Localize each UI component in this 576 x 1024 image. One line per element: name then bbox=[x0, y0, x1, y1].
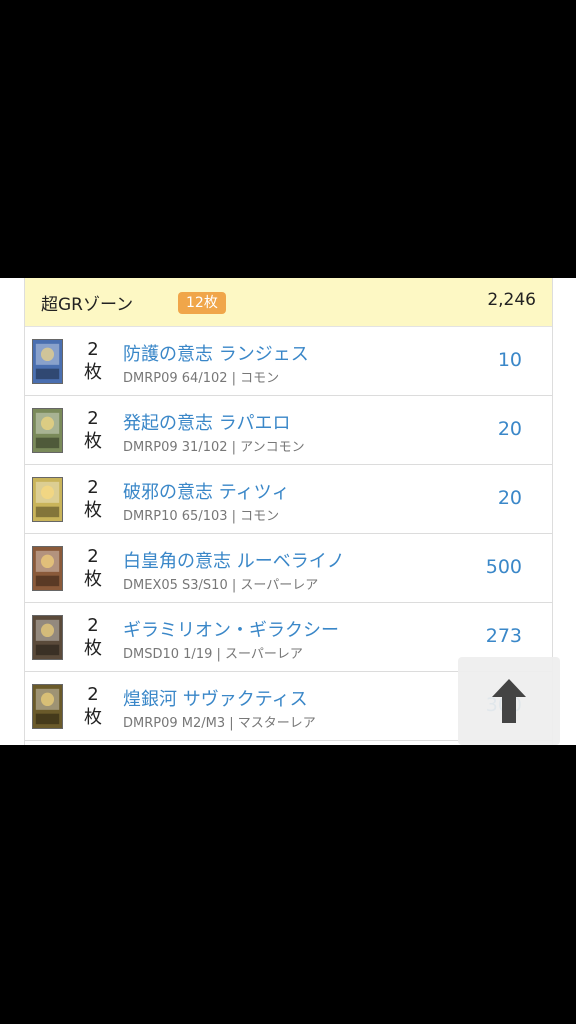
arrow-up-icon bbox=[492, 679, 526, 723]
card-thumbnail[interactable] bbox=[32, 477, 63, 522]
card-quantity-number: 2 bbox=[87, 546, 99, 567]
card-quantity-unit: 枚 bbox=[84, 500, 102, 521]
card-name-link[interactable]: ギラミリオン・ギラクシー bbox=[123, 616, 339, 642]
card-set-info: DMRP09 31/102 | アンコモン bbox=[123, 440, 305, 455]
card-quantity: 2枚 bbox=[81, 338, 105, 384]
card-quantity: 2枚 bbox=[81, 683, 105, 729]
card-name-link[interactable]: 白皇角の意志 ルーベライノ bbox=[123, 547, 345, 573]
card-price-link[interactable]: 273 bbox=[486, 625, 522, 647]
card-thumbnail[interactable] bbox=[32, 615, 63, 660]
card-thumbnail[interactable] bbox=[32, 339, 63, 384]
zone-header: 超GRゾーン 12枚 2,246 bbox=[25, 278, 552, 327]
card-name-link[interactable]: 発起の意志 ラパエロ bbox=[123, 409, 291, 435]
card-price-link[interactable]: 20 bbox=[498, 418, 522, 440]
zone-total-price: 2,246 bbox=[487, 290, 536, 310]
card-name-link[interactable]: 防護の意志 ランジェス bbox=[123, 340, 309, 366]
deck-panel: 超GRゾーン 12枚 2,246 2 枚防護の意志 ランジェス DMRP09 64/… bbox=[0, 278, 576, 745]
card-quantity-unit: 枚 bbox=[84, 431, 102, 452]
card-thumbnail[interactable] bbox=[32, 408, 63, 453]
card-quantity-unit: 枚 bbox=[84, 569, 102, 590]
card-set-info: DMEX05 S3/S10 | スーパーレア bbox=[123, 578, 319, 593]
card-quantity-unit: 枚 bbox=[84, 707, 102, 728]
scroll-to-top-button[interactable] bbox=[458, 657, 560, 745]
card-quantity-number: 2 bbox=[87, 477, 99, 498]
card-thumbnail[interactable] bbox=[32, 546, 63, 591]
card-quantity: 2枚 bbox=[81, 476, 105, 522]
card-price-link[interactable]: 20 bbox=[498, 487, 522, 509]
card-set-info: DMSD10 1/19 | スーパーレア bbox=[123, 647, 303, 662]
card-quantity-number: 2 bbox=[87, 615, 99, 636]
zone-title: 超GRゾーン bbox=[41, 295, 134, 315]
card-quantity: 2枚 bbox=[81, 545, 105, 591]
card-quantity-number: 2 bbox=[87, 408, 99, 429]
card-thumbnail[interactable] bbox=[32, 684, 63, 729]
card-quantity-unit: 枚 bbox=[84, 362, 102, 383]
card-set-info: DMRP10 65/103 | コモン bbox=[123, 509, 280, 524]
card-quantity: 2枚 bbox=[81, 407, 105, 453]
card-name-link[interactable]: 煌銀河 サヴァクティス bbox=[123, 685, 308, 711]
card-row[interactable]: 2 枚白皇角の意志 ルーベライノ DMEX05 S3/S10 | スーパーレア 500 bbox=[25, 534, 552, 603]
card-row[interactable]: 2 枚破邪の意志 ティツィ DMRP10 65/103 | コモン 20 bbox=[25, 465, 552, 534]
card-set-info: DMRP09 M2/M3 | マスターレア bbox=[123, 716, 316, 731]
card-quantity: 2枚 bbox=[81, 614, 105, 660]
zone-count-badge: 12枚 bbox=[178, 292, 226, 314]
card-quantity-number: 2 bbox=[87, 684, 99, 705]
card-row[interactable]: 2 枚防護の意志 ランジェス DMRP09 64/102 | コモン 10 bbox=[25, 327, 552, 396]
card-row[interactable]: 2 枚発起の意志 ラパエロ DMRP09 31/102 | アンコモン 20 bbox=[25, 396, 552, 465]
card-quantity-unit: 枚 bbox=[84, 638, 102, 659]
card-quantity-number: 2 bbox=[87, 339, 99, 360]
card-set-info: DMRP09 64/102 | コモン bbox=[123, 371, 280, 386]
card-price-link[interactable]: 500 bbox=[486, 556, 522, 578]
card-price-link[interactable]: 10 bbox=[498, 349, 522, 371]
card-name-link[interactable]: 破邪の意志 ティツィ bbox=[123, 478, 290, 504]
